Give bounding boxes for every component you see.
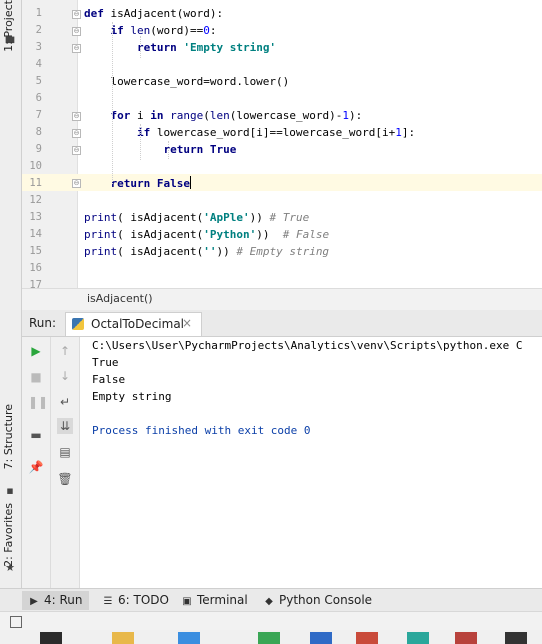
taskbar-app-icon[interactable] [455,632,477,644]
os-taskbar [0,630,542,644]
run-config-tab-label: OctalToDecimal [91,317,184,331]
console-line: False [92,373,126,386]
todo-tool-tab[interactable]: ☰ 6: TODO [96,591,175,610]
console-line: C:\Users\User\PycharmProjects\Analytics\… [92,339,523,352]
terminal-tool-tab[interactable]: ▣ Terminal [175,591,254,610]
line-number: 15 [29,245,42,257]
line-number: 11 [29,177,42,189]
code-line[interactable]: lowercase_word=word.lower() [84,73,289,90]
indent-guide [168,141,169,159]
run-toolbar-secondary: ↑ ↓ ↵ ⇊ ▤ 🗑 [51,337,80,588]
code-line[interactable]: print( isAdjacent('')) # Empty string [84,243,329,260]
trash-icon[interactable]: 🗑 [57,471,73,487]
breadcrumb-item[interactable]: isAdjacent() [87,292,153,305]
line-number: 1 [35,7,42,19]
taskbar-app-icon[interactable] [310,632,332,644]
code-line[interactable]: print( isAdjacent('Python')) # False [84,226,329,243]
line-number: 10 [29,160,42,172]
line-number: 9 [35,143,42,155]
breadcrumb: isAdjacent() [22,288,542,311]
list-icon: ☰ [103,596,113,607]
down-arrow-icon[interactable]: ↓ [57,368,73,384]
terminal-icon: ▣ [182,596,192,607]
python-icon [72,318,84,330]
taskbar-app-icon[interactable] [112,632,134,644]
fold-marker[interactable]: ⊖ [72,179,81,188]
soft-wrap-icon[interactable]: ↵ [57,394,73,410]
code-line[interactable]: if lowercase_word[i]==lowercase_word[i+1… [84,124,415,141]
fold-marker[interactable]: ⊖ [72,129,81,138]
line-number: 14 [29,228,42,240]
fold-marker[interactable]: ⊖ [72,112,81,121]
python-console-tool-tab[interactable]: ◆ Python Console [257,591,378,610]
python-icon: ◆ [265,596,273,607]
fold-marker[interactable]: ⊖ [72,44,81,53]
window-icon[interactable] [10,616,22,628]
line-number: 16 [29,262,42,274]
line-number: 17 [29,279,42,288]
close-icon[interactable]: × [182,316,192,330]
run-tool-tab[interactable]: ▶ 4: Run [22,591,89,610]
run-label: Run: [29,316,57,330]
line-number: 7 [35,109,42,121]
line-number: 5 [35,75,42,87]
taskbar-app-icon[interactable] [40,632,62,644]
taskbar-app-icon[interactable] [258,632,280,644]
scroll-to-end-icon[interactable]: ⇊ [57,418,73,434]
indent-guide [140,124,141,160]
project-tool-tab[interactable]: 1: Project [2,0,15,52]
code-line[interactable]: print( isAdjacent('ApPle')) # True [84,209,309,226]
console-output[interactable]: C:\Users\User\PycharmProjects\Analytics\… [80,337,542,588]
code-line[interactable]: def isAdjacent(word): [84,5,223,22]
fold-marker[interactable]: ⊖ [72,10,81,19]
pin-icon[interactable]: 📌 [28,459,44,475]
text-caret [189,176,191,189]
line-number: 2 [35,24,42,36]
indent-guide [112,22,113,184]
structure-icon: ▪ [6,484,14,497]
line-number: 6 [35,92,42,104]
taskbar-app-icon[interactable] [505,632,527,644]
left-tool-strip: ▀ 1: Project 7: Structure ▪ 2: Favorites… [0,0,22,588]
fold-marker[interactable]: ⊖ [72,27,81,36]
console-exit-line: Process finished with exit code 0 [92,424,311,437]
taskbar-app-icon[interactable] [407,632,429,644]
code-line[interactable]: return True [84,141,236,158]
run-panel-header: Run: OctalToDecimal × [22,310,542,337]
code-line[interactable]: for i in range(len(lowercase_word)-1): [84,107,363,124]
code-line[interactable]: return False [84,175,191,192]
line-number: 12 [29,194,42,206]
play-icon: ▶ [30,596,38,607]
line-number: 8 [35,126,42,138]
run-config-tab[interactable]: OctalToDecimal × [65,312,202,336]
code-editor[interactable]: 1 2 3 4 5 6 7 8 9 10 11 12 13 14 15 16 17 def isAdjacent… [22,0,542,288]
line-number: 3 [35,41,42,53]
structure-tool-tab[interactable]: 7: Structure [2,404,15,469]
pause-icon[interactable]: ❚❚ [28,394,48,410]
fold-marker[interactable]: ⊖ [72,146,81,155]
star-icon: ★ [5,561,15,574]
console-line: True [92,356,119,369]
indent-guide [140,36,141,58]
taskbar-app-icon[interactable] [356,632,378,644]
console-line: Empty string [92,390,172,403]
stop-icon[interactable]: ■ [28,369,44,385]
status-bar [0,611,542,631]
code-line[interactable]: if len(word)==0: [84,22,217,39]
tool-window-bar: ▶ 4: Run ☰ 6: TODO ▣ Terminal ◆ Python Conso… [0,588,542,612]
print-icon[interactable]: ▤ [57,444,73,460]
line-number: 13 [29,211,42,223]
run-toolbar-primary: ▶ ■ ❚❚ ▬ 📌 [22,337,51,588]
layout-icon[interactable]: ▬ [28,427,44,443]
line-number: 4 [35,58,42,70]
favorites-tool-tab[interactable]: 2: Favorites [2,503,15,567]
rerun-icon[interactable]: ▶ [28,343,44,359]
up-arrow-icon[interactable]: ↑ [57,343,73,359]
taskbar-app-icon[interactable] [178,632,200,644]
